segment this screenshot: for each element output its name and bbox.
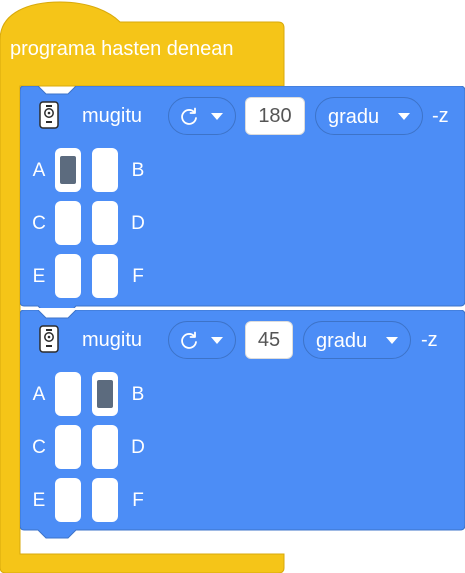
chevron-down-icon	[386, 337, 398, 344]
motor-move-row: mugitu 180 gradu -z	[20, 86, 465, 146]
port-f-toggle[interactable]	[92, 254, 118, 298]
port-label-f: F	[132, 490, 144, 511]
port-c-toggle[interactable]	[55, 201, 81, 245]
code-canvas: programa hasten denean mugitu 180 gradu …	[0, 0, 465, 573]
unit-dropdown[interactable]: gradu	[315, 97, 423, 135]
rotate-clockwise-icon	[181, 107, 197, 125]
motor-move-row: mugitu 45 gradu -z	[20, 310, 465, 370]
port-label-b: B	[131, 384, 145, 405]
move-keyword: mugitu	[82, 105, 143, 127]
hub-icon	[39, 325, 59, 353]
direction-dropdown[interactable]	[168, 97, 236, 135]
port-d-toggle[interactable]	[92, 201, 118, 245]
amount-input[interactable]: 45	[245, 321, 293, 359]
port-label-a: A	[32, 160, 46, 181]
port-label-c: C	[32, 213, 46, 234]
hub-icon	[39, 101, 59, 129]
rotate-clockwise-icon	[181, 331, 197, 349]
port-selected-indicator	[60, 156, 76, 184]
port-d-toggle[interactable]	[92, 425, 118, 469]
port-label-d: D	[131, 437, 145, 458]
unit-label: gradu	[316, 330, 368, 352]
port-a-toggle[interactable]	[55, 372, 81, 416]
move-keyword: mugitu	[82, 329, 143, 351]
motor-move-block[interactable]: mugitu 180 gradu -z A B C D E F	[20, 86, 465, 308]
hat-block-label: programa hasten denean	[10, 38, 234, 60]
port-e-toggle[interactable]	[55, 478, 81, 522]
axis-label: -z	[421, 329, 438, 351]
port-a-toggle[interactable]	[55, 148, 81, 192]
port-label-c: C	[32, 437, 46, 458]
axis-label: -z	[432, 105, 449, 127]
chevron-down-icon	[398, 113, 410, 120]
port-b-toggle[interactable]	[92, 372, 118, 416]
port-c-toggle[interactable]	[55, 425, 81, 469]
port-label-e: E	[32, 490, 46, 511]
port-b-toggle[interactable]	[92, 148, 118, 192]
port-label-a: A	[32, 384, 46, 405]
amount-input[interactable]: 180	[245, 97, 305, 135]
unit-label: gradu	[328, 106, 380, 128]
direction-dropdown[interactable]	[168, 321, 236, 359]
chevron-down-icon	[211, 113, 223, 120]
port-f-toggle[interactable]	[92, 478, 118, 522]
port-label-b: B	[131, 160, 145, 181]
unit-dropdown[interactable]: gradu	[303, 321, 411, 359]
chevron-down-icon	[211, 337, 223, 344]
port-selected-indicator	[97, 380, 113, 408]
port-label-e: E	[32, 266, 46, 287]
port-e-toggle[interactable]	[55, 254, 81, 298]
port-label-f: F	[132, 266, 144, 287]
port-label-d: D	[131, 213, 145, 234]
motor-move-block[interactable]: mugitu 45 gradu -z A B C D E F	[20, 310, 465, 539]
